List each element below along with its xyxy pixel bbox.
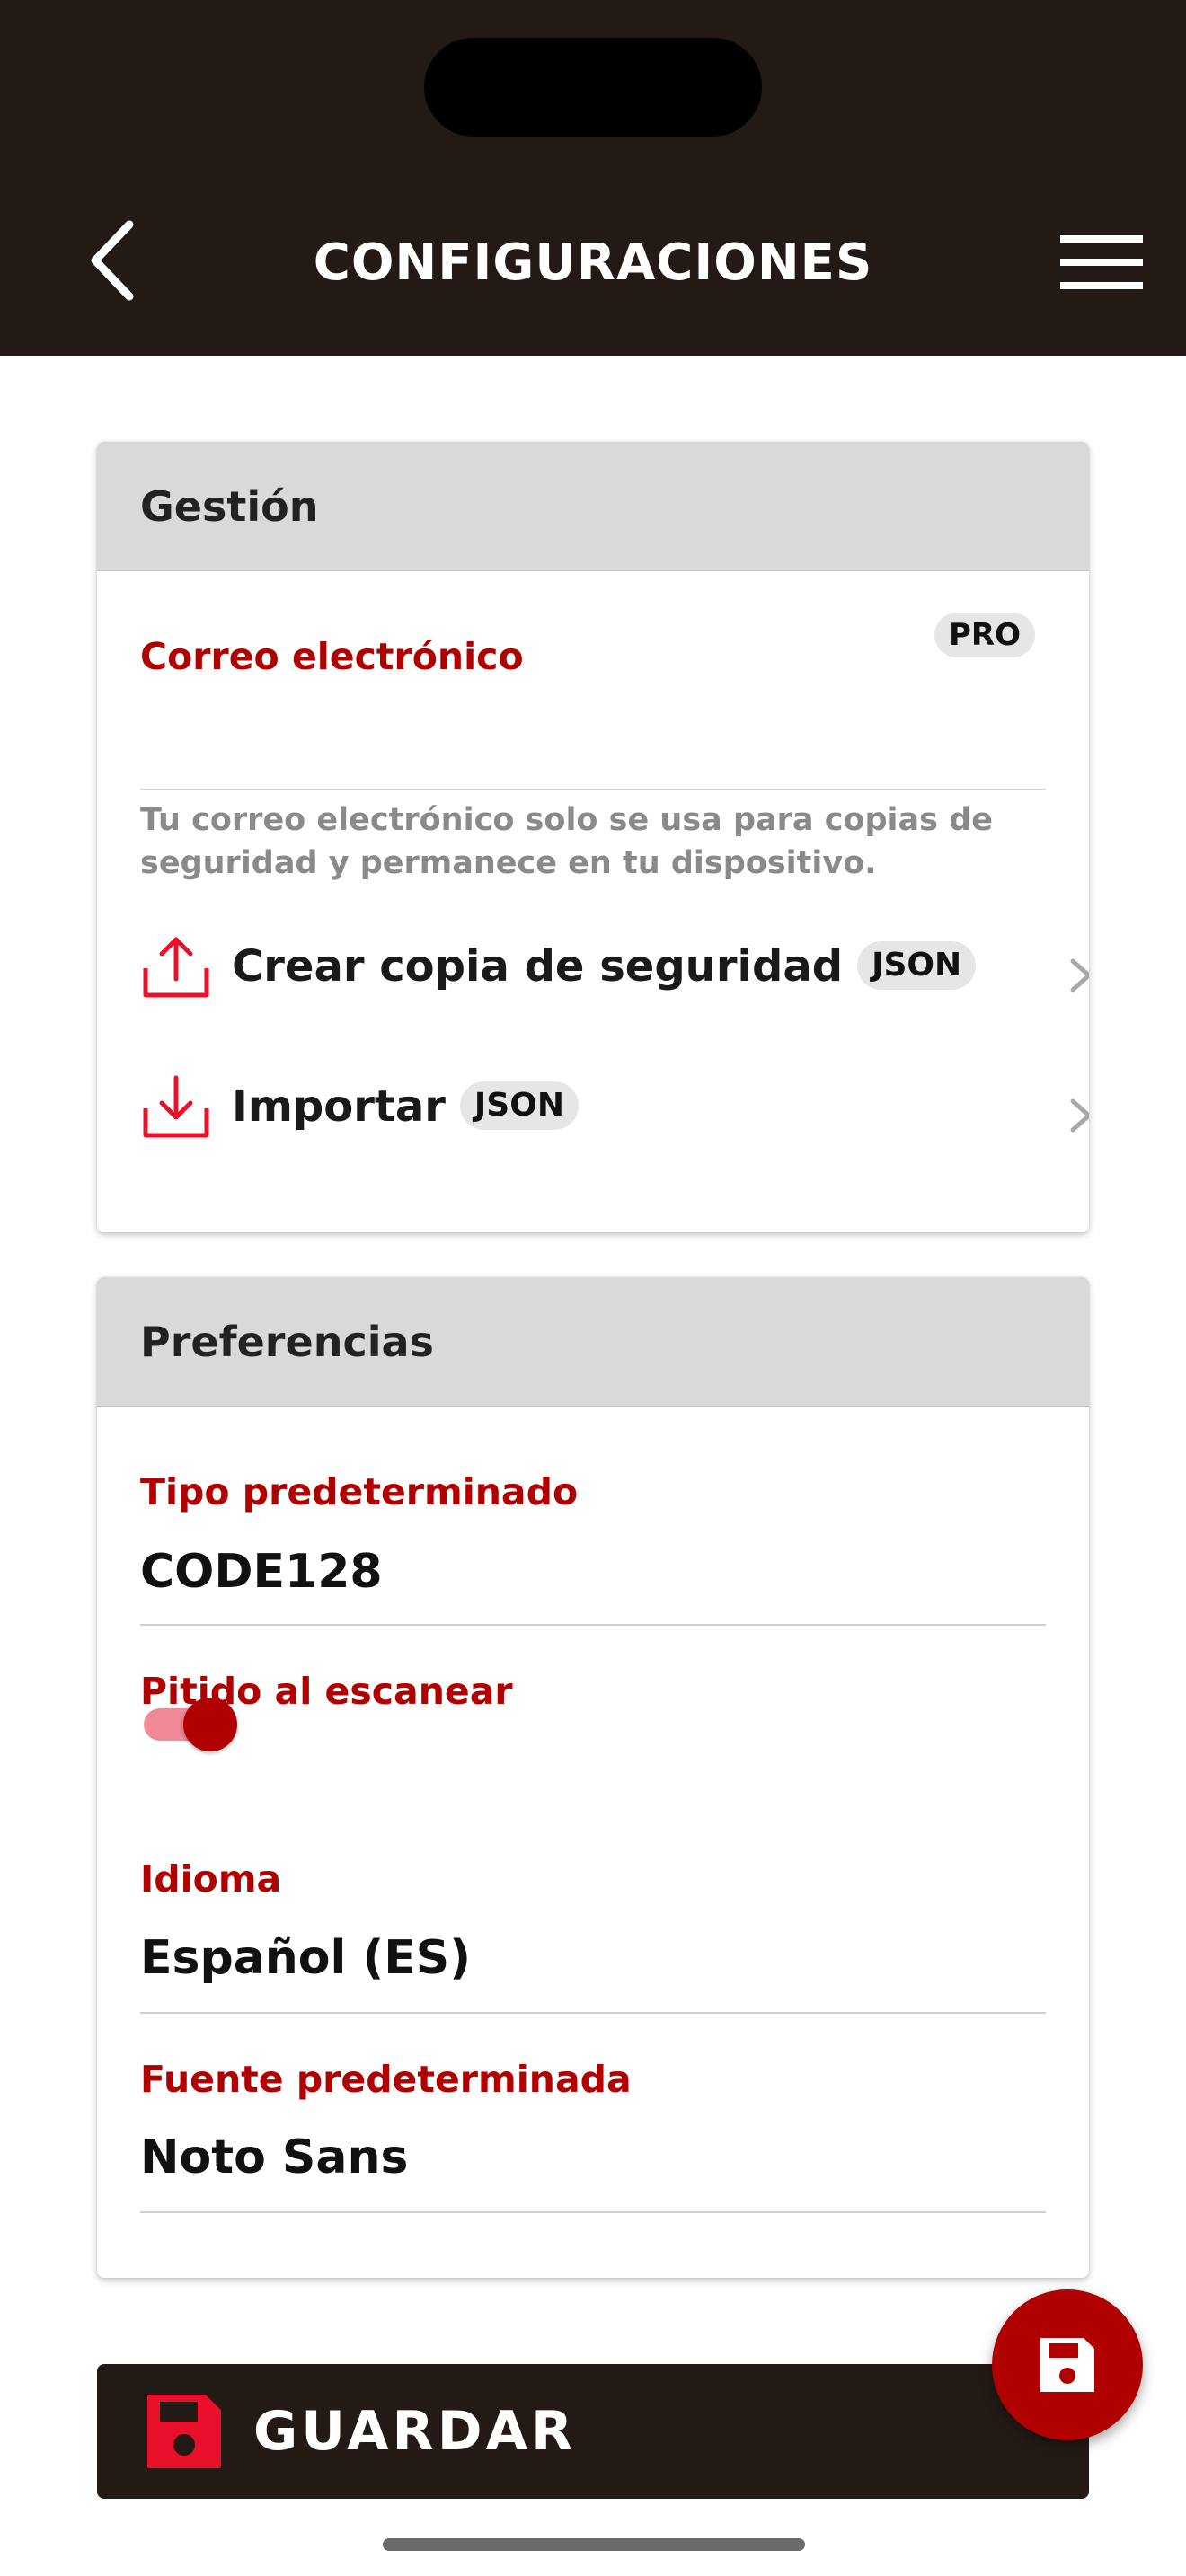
- language-select[interactable]: Español (ES): [140, 1929, 471, 1987]
- default-type-select[interactable]: CODE128: [140, 1543, 383, 1601]
- floppy-disk-icon: [1040, 2338, 1094, 2392]
- preferences-card-title: Preferencias: [140, 1317, 434, 1366]
- save-button-label: GUARDAR: [253, 2400, 577, 2463]
- default-font-label: Fuente predeterminada: [140, 2058, 632, 2101]
- home-indicator: [383, 2538, 805, 2551]
- email-label: Correo electrónico: [140, 635, 524, 678]
- upload-icon: [143, 937, 209, 998]
- dynamic-island: [424, 38, 762, 137]
- import-json-badge: JSON: [459, 1081, 579, 1130]
- import-label: Importar: [232, 1081, 446, 1132]
- default-font-underline: [140, 2211, 1046, 2213]
- default-font-select[interactable]: Noto Sans: [140, 2129, 408, 2186]
- chevron-right-icon: [1070, 1098, 1089, 1133]
- chevron-right-icon: [1070, 958, 1089, 992]
- save-button[interactable]: GUARDAR: [97, 2364, 1089, 2499]
- default-type-label: Tipo predeterminado: [140, 1470, 579, 1513]
- pro-badge: PRO: [934, 613, 1035, 657]
- email-field-underline: [140, 789, 1046, 790]
- download-icon: [143, 1075, 209, 1138]
- beep-toggle-knob: [183, 1698, 237, 1751]
- preferences-card-header: Preferencias: [97, 1277, 1089, 1407]
- management-card: Gestión Correo electrónico PRO Tu correo…: [97, 442, 1089, 1232]
- language-label: Idioma: [140, 1857, 282, 1901]
- email-helper-text: Tu correo electrónico solo se usa para c…: [140, 802, 993, 881]
- preferences-card: Preferencias Tipo predeterminado CODE128…: [97, 1277, 1089, 2278]
- create-backup-row[interactable]: Crear copia de seguridad JSON: [133, 914, 1089, 1022]
- default-type-underline: [140, 1624, 1046, 1626]
- app-header: CONFIGURACIONES: [0, 0, 1186, 356]
- beep-toggle[interactable]: [140, 1698, 241, 1751]
- floating-save-button[interactable]: [992, 2289, 1143, 2440]
- language-underline: [140, 2012, 1046, 2014]
- email-field[interactable]: [140, 692, 1046, 754]
- management-card-header: Gestión: [97, 442, 1089, 571]
- menu-button[interactable]: [1057, 226, 1146, 298]
- create-backup-label: Crear copia de seguridad: [232, 941, 844, 992]
- floppy-disk-icon: [147, 2395, 221, 2468]
- hamburger-menu-icon: [1060, 235, 1143, 289]
- import-row[interactable]: Importar JSON: [133, 1054, 1089, 1162]
- page-title: CONFIGURACIONES: [313, 234, 873, 292]
- backup-json-badge: JSON: [857, 941, 977, 990]
- management-card-title: Gestión: [140, 481, 319, 531]
